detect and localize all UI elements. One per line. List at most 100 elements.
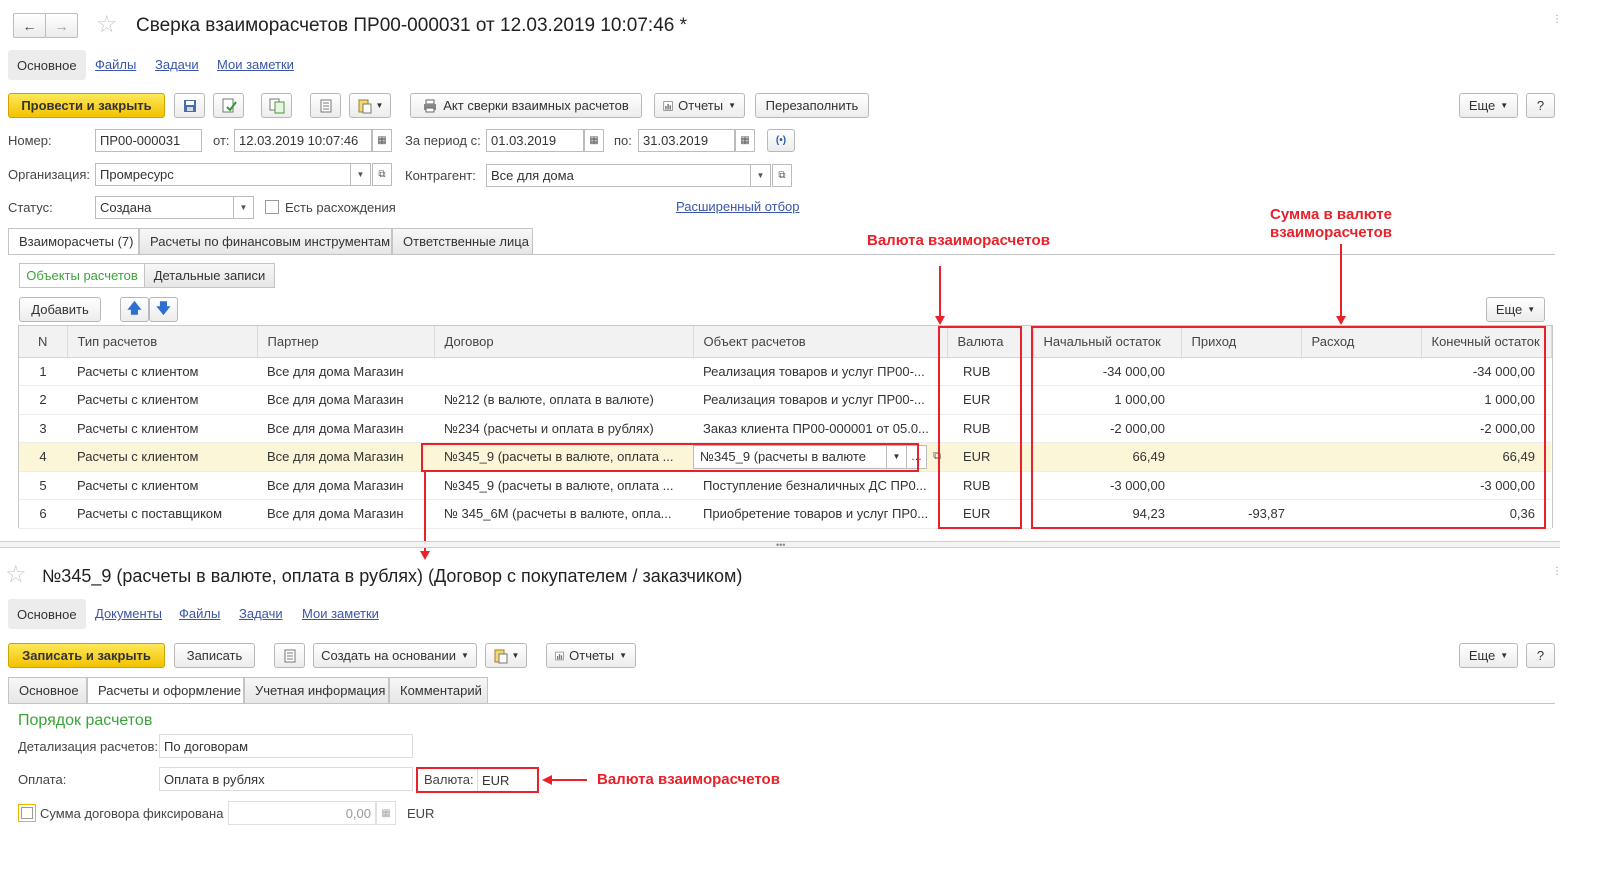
copy-button[interactable] [261, 93, 292, 118]
chevron-down-icon: ▼ [1500, 651, 1509, 660]
more-button[interactable]: Еще ▼ [1459, 93, 1518, 118]
detail-field[interactable]: По договорам [159, 734, 413, 758]
post-button[interactable] [213, 93, 244, 118]
tab-notes[interactable]: Мои заметки [302, 606, 379, 621]
open-icon[interactable]: ⧉ [372, 163, 392, 186]
col-n[interactable]: N [19, 326, 68, 358]
report-icon [663, 100, 673, 111]
chevron-down-icon[interactable]: ▼ [751, 164, 771, 187]
currency-field[interactable]: EUR [477, 769, 535, 791]
add-button[interactable]: Добавить [19, 297, 101, 322]
favorite-star-icon[interactable]: ☆ [96, 13, 118, 37]
tab-tasks[interactable]: Задачи [155, 57, 199, 72]
chevron-down-icon: ▼ [728, 101, 736, 110]
cell-partner: Все для дома Магазин [257, 442, 434, 472]
window-menu-icon[interactable]: ⋮ [1552, 14, 1562, 25]
tab-settlements-design[interactable]: Расчеты и оформление [87, 677, 244, 703]
period-select-icon[interactable]: (•) [767, 129, 795, 152]
tab-main-form[interactable]: Основное [8, 677, 87, 703]
tab-settlements[interactable]: Взаиморасчеты (7) [8, 228, 139, 254]
section-title: Порядок расчетов [18, 712, 153, 729]
tab-main[interactable]: Основное [8, 50, 86, 80]
tab-responsible-persons[interactable]: Ответственные лица [392, 228, 533, 254]
reports-button[interactable]: Отчеты ▼ [546, 643, 636, 668]
cell-object: Реализация товаров и услуг ПР00-... [693, 385, 947, 415]
print-menu-button[interactable]: ▼ [485, 643, 527, 668]
tab-comment[interactable]: Комментарий [389, 677, 488, 703]
floppy-icon [183, 99, 196, 112]
cell-contract: №345_9 (расчеты в валюте, оплата ... [434, 471, 693, 500]
col-type[interactable]: Тип расчетов [67, 326, 258, 358]
col-object[interactable]: Объект расчетов [693, 326, 948, 358]
write-and-close-button[interactable]: Записать и закрыть [8, 643, 165, 668]
reports-label: Отчеты [569, 648, 615, 663]
arrow-down-icon: 🡇 [156, 299, 171, 316]
calendar-icon[interactable]: ▦ [584, 129, 604, 152]
chevron-down-icon[interactable]: ▼ [234, 196, 254, 219]
cell-partner: Все для дома Магазин [257, 414, 434, 443]
tab-documents[interactable]: Документы [95, 606, 162, 621]
number-label: Номер: [8, 133, 52, 148]
period-from-field[interactable]: 01.03.2019 [486, 129, 584, 152]
help-button[interactable]: ? [1526, 93, 1555, 118]
tab-files[interactable]: Файлы [95, 57, 136, 72]
chevron-down-icon: ▼ [1527, 305, 1536, 314]
tab-files[interactable]: Файлы [179, 606, 220, 621]
col-contract[interactable]: Договор [434, 326, 694, 358]
copy-document-icon [269, 98, 284, 113]
period-from-label: За период с: [405, 133, 481, 148]
move-down-button[interactable]: 🡇 [149, 297, 178, 322]
highlight-contract-box [421, 443, 919, 472]
window-menu-icon[interactable]: ⋮ [1552, 566, 1562, 577]
help-button[interactable]: ? [1526, 643, 1555, 668]
print-menu-button[interactable]: ▼ [349, 93, 391, 118]
detail-label: Детализация расчетов: [18, 739, 158, 754]
move-up-button[interactable]: 🡅 [120, 297, 149, 322]
org-field[interactable]: Промресурс [95, 163, 351, 186]
payment-field[interactable]: Оплата в рублях [159, 767, 413, 791]
open-icon[interactable]: ⧉ [772, 164, 792, 187]
cell-partner: Все для дома Магазин [257, 471, 434, 500]
cell-partner: Все для дома Магазин [257, 499, 434, 529]
refill-button[interactable]: Перезаполнить [755, 93, 869, 118]
calendar-icon[interactable]: ▦ [735, 129, 755, 152]
more-button[interactable]: Еще ▼ [1459, 643, 1518, 668]
post-and-close-button[interactable]: Провести и закрыть [8, 93, 165, 118]
tab-main[interactable]: Основное [8, 599, 86, 629]
subtab-settlement-objects[interactable]: Объекты расчетов [19, 263, 145, 288]
fixed-sum-checkbox[interactable] [18, 804, 36, 822]
calendar-icon[interactable]: ▦ [372, 129, 392, 152]
act-reconciliation-button[interactable]: Акт сверки взаимных расчетов [410, 93, 642, 118]
period-to-field[interactable]: 31.03.2019 [638, 129, 735, 152]
save-button[interactable] [174, 93, 205, 118]
back-button[interactable]: ← [13, 13, 46, 38]
cell-type: Расчеты с клиентом [67, 414, 257, 443]
reports-label: Отчеты [678, 98, 724, 113]
advanced-filter-link[interactable]: Расширенный отбор [676, 199, 800, 214]
table-more-button[interactable]: Еще ▼ [1486, 297, 1545, 322]
date-field[interactable]: 12.03.2019 10:07:46 [234, 129, 372, 152]
reports-button[interactable]: Отчеты ▼ [654, 93, 745, 118]
status-field[interactable]: Создана [95, 196, 234, 219]
discrepancy-checkbox[interactable] [265, 200, 279, 214]
forward-button[interactable]: → [45, 13, 78, 38]
write-button[interactable]: Записать [174, 643, 255, 668]
cell-object: Приобретение товаров и услуг ПР0... [693, 499, 947, 529]
window-splitter[interactable]: ••• [0, 541, 1560, 550]
list-button[interactable] [310, 93, 341, 118]
favorite-star-icon[interactable]: ☆ [5, 563, 27, 587]
tab-notes[interactable]: Мои заметки [217, 57, 294, 72]
create-based-button[interactable]: Создать на основании ▼ [313, 643, 477, 668]
chevron-down-icon[interactable]: ▼ [351, 163, 371, 186]
tab-tasks[interactable]: Задачи [239, 606, 283, 621]
cell-contract: №212 (в валюте, оплата в валюте) [434, 385, 693, 415]
list-button[interactable] [274, 643, 305, 668]
counterparty-field[interactable]: Все для дома [486, 164, 751, 187]
tab-accounting-info[interactable]: Учетная информация [244, 677, 389, 703]
counterparty-label: Контрагент: [405, 168, 476, 183]
report-icon [555, 651, 564, 660]
tab-financial-instruments[interactable]: Расчеты по финансовым инструментам [139, 228, 392, 254]
subtab-detail-records[interactable]: Детальные записи [145, 263, 275, 288]
number-field[interactable]: ПР00-000031 [95, 129, 202, 152]
col-partner[interactable]: Партнер [257, 326, 435, 358]
